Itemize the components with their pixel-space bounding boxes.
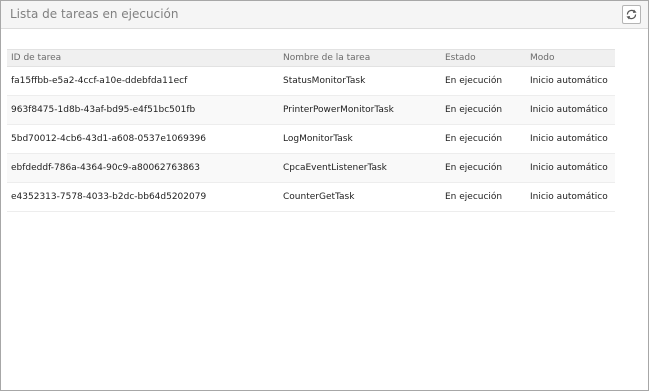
table-row[interactable]: 5bd70012-4cb6-43d1-a608-0537e1069396 Log… — [7, 125, 615, 154]
column-header-id[interactable]: ID de tarea — [11, 50, 279, 66]
task-mode-cell: Inicio automático — [530, 76, 608, 86]
task-id-cell: ebfdeddf-786a-4364-90c9-a80062763863 — [11, 163, 200, 173]
task-id-cell: 963f8475-1d8b-43af-bd95-e4f51bc501fb — [11, 105, 196, 115]
refresh-icon — [626, 9, 637, 20]
window-titlebar: Lista de tareas en ejecución — [1, 1, 648, 29]
column-header-status[interactable]: Estado — [445, 50, 525, 66]
table-row[interactable]: 963f8475-1d8b-43af-bd95-e4f51bc501fb Pri… — [7, 96, 615, 125]
task-status-cell: En ejecución — [445, 105, 503, 115]
task-list-window: Lista de tareas en ejecución ID de tarea… — [0, 0, 649, 391]
task-name-cell: CpcaEventListenerTask — [283, 163, 387, 173]
task-status-cell: En ejecución — [445, 76, 503, 86]
task-mode-cell: Inicio automático — [530, 105, 608, 115]
task-name-cell: LogMonitorTask — [283, 134, 353, 144]
column-header-name[interactable]: Nombre de la tarea — [283, 50, 441, 66]
task-name-cell: PrinterPowerMonitorTask — [283, 105, 394, 115]
window-title: Lista de tareas en ejecución — [10, 7, 179, 21]
task-id-cell: 5bd70012-4cb6-43d1-a608-0537e1069396 — [11, 134, 206, 144]
task-mode-cell: Inicio automático — [530, 163, 608, 173]
task-mode-cell: Inicio automático — [530, 192, 608, 202]
task-status-cell: En ejecución — [445, 192, 503, 202]
task-status-cell: En ejecución — [445, 163, 503, 173]
task-id-cell: fa15ffbb-e5a2-4ccf-a10e-ddebfda11ecf — [11, 76, 188, 86]
table-row[interactable]: ebfdeddf-786a-4364-90c9-a80062763863 Cpc… — [7, 154, 615, 183]
task-status-cell: En ejecución — [445, 134, 503, 144]
tasks-table: ID de tarea Nombre de la tarea Estado Mo… — [7, 49, 615, 212]
task-id-cell: e4352313-7578-4033-b2dc-bb64d5202079 — [11, 192, 207, 202]
column-header-mode[interactable]: Modo — [530, 50, 614, 66]
task-name-cell: StatusMonitorTask — [283, 76, 366, 86]
task-mode-cell: Inicio automático — [530, 134, 608, 144]
refresh-button[interactable] — [622, 5, 641, 24]
table-row[interactable]: fa15ffbb-e5a2-4ccf-a10e-ddebfda11ecf Sta… — [7, 67, 615, 96]
table-header: ID de tarea Nombre de la tarea Estado Mo… — [7, 49, 615, 67]
table-row[interactable]: e4352313-7578-4033-b2dc-bb64d5202079 Cou… — [7, 183, 615, 212]
task-name-cell: CounterGetTask — [283, 192, 355, 202]
